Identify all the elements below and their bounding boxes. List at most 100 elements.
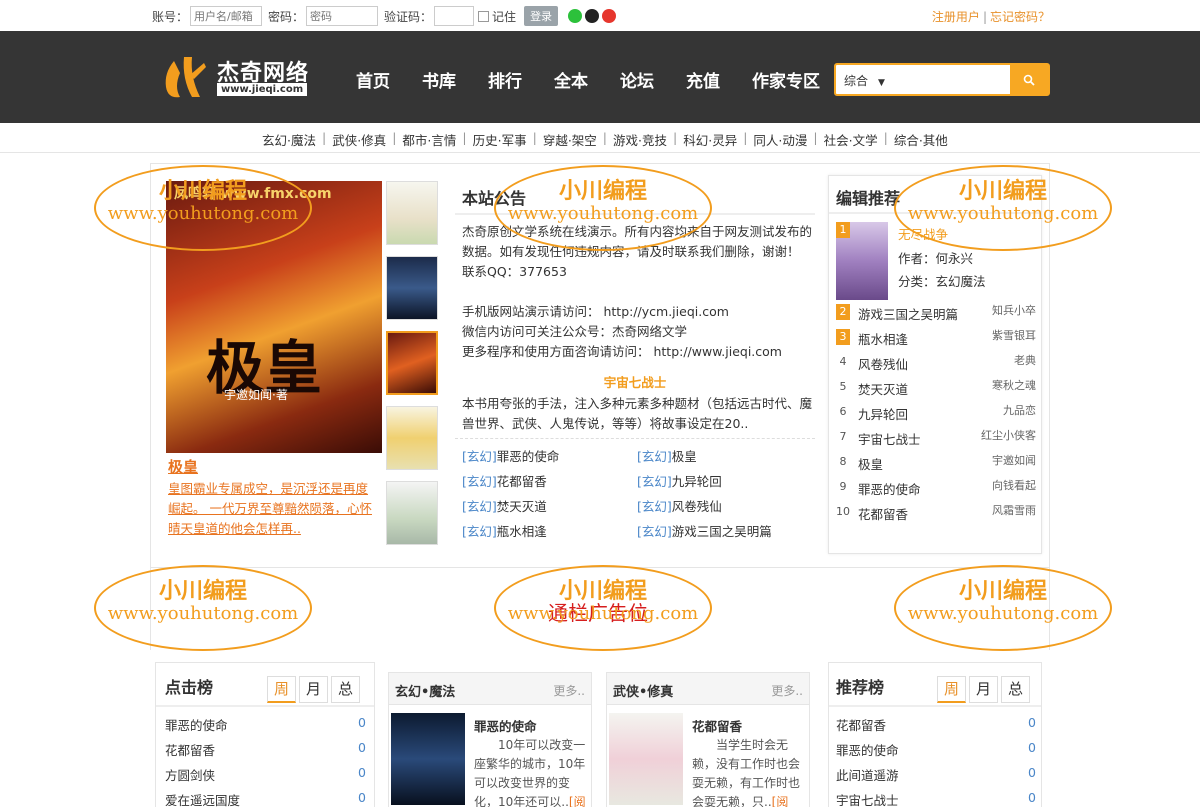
forgot-password-link[interactable]: 忘记密码？ <box>990 10 1050 24</box>
cover-thumbnail[interactable] <box>386 256 438 320</box>
nav-home[interactable]: 首页 <box>356 67 390 92</box>
ranking-book-name[interactable]: 罪恶的使命 <box>165 715 228 734</box>
list-item[interactable]: 5 焚天灭道 寒秋之魂 <box>836 377 1037 397</box>
list-item[interactable]: 6 九异轮回 九品恋 <box>836 402 1037 422</box>
cover-thumbnail[interactable] <box>386 331 438 395</box>
announcement-text: 杰奇原创文学系统在线演示。所有内容均来自于网友测试发布的数据。如有发现任何违规内… <box>462 224 813 279</box>
tab-total[interactable]: 总 <box>1001 676 1030 703</box>
book-name: 瓶水相逢 <box>858 332 909 347</box>
tab-month[interactable]: 月 <box>299 676 328 703</box>
password-input[interactable] <box>306 6 379 26</box>
banner-ad-text[interactable]: 通栏广告位 <box>548 597 648 626</box>
nav-ranking[interactable]: 排行 <box>488 67 522 92</box>
category-link[interactable]: 同人·动漫 <box>753 130 807 149</box>
category-link[interactable]: 综合·其他 <box>894 130 948 149</box>
announcement-text: 更多程序和使用方面咨询请访问： http://www.jieqi.com <box>462 344 782 359</box>
nav-forum[interactable]: 论坛 <box>620 67 654 92</box>
nav-author-zone[interactable]: 作家专区 <box>752 67 820 92</box>
ranking-count: 0 <box>358 740 366 755</box>
remember-checkbox[interactable] <box>478 10 490 22</box>
list-item[interactable]: [玄幻]焚天灭道 <box>462 496 547 515</box>
list-item[interactable]: [玄幻]罪恶的使命 <box>462 446 559 465</box>
tab-total[interactable]: 总 <box>331 676 360 703</box>
divider: | <box>813 130 818 145</box>
ranking-book-name[interactable]: 方圆剑侠 <box>165 765 215 784</box>
book-cover[interactable] <box>609 713 683 805</box>
register-link[interactable]: 注册用户 <box>932 10 980 24</box>
featured-book-title[interactable]: 极皇 <box>168 456 198 477</box>
category-link[interactable]: 武侠·修真 <box>332 130 386 149</box>
qq-icon[interactable] <box>585 9 600 23</box>
weibo-icon[interactable] <box>602 9 617 23</box>
list-item[interactable]: [玄幻]花都留香 <box>462 471 547 490</box>
category-link[interactable]: 科幻·灵异 <box>683 130 737 149</box>
account-input[interactable] <box>190 6 263 26</box>
ranking-book-name[interactable]: 花都留香 <box>165 740 215 759</box>
captcha-input[interactable] <box>434 6 475 26</box>
cover-publisher-text: 凤鸣轩 www.fmx.com <box>174 186 332 202</box>
list-item[interactable]: 3 瓶水相逢 紫雪银耳 <box>836 327 1036 347</box>
cover-thumbnail[interactable] <box>386 181 438 245</box>
site-logo[interactable]: 杰奇网络 www.jieqi.com <box>160 53 310 101</box>
tab-week[interactable]: 周 <box>937 676 966 703</box>
list-item[interactable]: 8 极皇 宇邀如闻 <box>836 452 1037 472</box>
list-item[interactable]: [玄幻]极皇 <box>637 446 697 465</box>
list-item[interactable]: [玄幻]风卷残仙 <box>637 496 722 515</box>
ranking-book-name[interactable]: 爱在遥远国度 <box>165 790 240 807</box>
book-cover[interactable] <box>391 713 465 805</box>
rank-badge: 4 <box>839 355 847 368</box>
cover-thumbnail[interactable] <box>386 481 438 545</box>
search-scope-select[interactable]: 综合 ▼ <box>844 72 885 89</box>
category-link[interactable]: 都市·言情 <box>402 130 456 149</box>
cover-thumbnail[interactable] <box>386 406 438 470</box>
book-name: 瓶水相逢 <box>496 524 547 539</box>
featured-book-description[interactable]: 皇图霸业专属成空，是沉浮还是再度崛起。 一代万界至尊黯然陨落，心怀晴天皇道的他会… <box>168 479 378 539</box>
nav-recharge[interactable]: 充值 <box>686 67 720 92</box>
featured-book-cover[interactable]: 凤鸣轩 www.fmx.com 极皇 宇邀如闻·著 <box>166 181 382 453</box>
list-item[interactable]: 9 罪恶的使命 向钱看起 <box>836 477 1037 497</box>
password-label: 密码： <box>268 9 305 24</box>
account-links: 注册用户 | 忘记密码？ <box>932 8 1050 25</box>
nav-library[interactable]: 书库 <box>422 67 456 92</box>
category-link[interactable]: 玄幻·魔法 <box>262 130 316 149</box>
category-link[interactable]: 游戏·竞技 <box>613 130 667 149</box>
more-link[interactable]: 更多.. <box>771 682 803 699</box>
divider: | <box>602 130 608 145</box>
captcha-label: 验证码： <box>384 9 433 24</box>
book-author: 紫雪银耳 <box>992 329 1036 342</box>
ranking-book-name[interactable]: 花都留香 <box>836 715 886 734</box>
book-title[interactable]: 罪恶的使命 <box>474 716 537 735</box>
list-item[interactable]: [玄幻]九异轮回 <box>637 471 722 490</box>
list-item[interactable]: [玄幻]瓶水相逢 <box>462 521 547 540</box>
book-title[interactable]: 花都留香 <box>692 716 742 735</box>
rank-badge: 7 <box>839 430 847 443</box>
ranking-count: 0 <box>358 765 366 780</box>
ranking-book-name[interactable]: 此间道遥游 <box>836 765 899 784</box>
ranking-book-name[interactable]: 罪恶的使命 <box>836 740 899 759</box>
category-link[interactable]: 社会·文学 <box>824 130 878 149</box>
more-link[interactable]: 更多.. <box>553 682 585 699</box>
list-item[interactable]: 4 风卷残仙 老典 <box>836 352 1037 372</box>
announcement-text: 微信内访问可关注公众号：杰奇网络文学 <box>462 324 688 339</box>
category-link[interactable]: 历史·军事 <box>473 130 527 149</box>
category-bar: 玄幻·魔法 | 武侠·修真 | 都市·言情 | 历史·军事 | 穿越·架空 | 游戏·竞技… <box>0 123 1200 153</box>
search-button[interactable] <box>1010 65 1048 94</box>
nav-complete[interactable]: 全本 <box>554 67 588 92</box>
tab-week[interactable]: 周 <box>267 676 296 703</box>
login-button[interactable]: 登录 <box>524 6 559 26</box>
feature-book-title[interactable]: 宇宙七战士 <box>455 372 815 391</box>
genre-tag: [玄幻] <box>637 524 672 539</box>
category-link[interactable]: 穿越·架空 <box>543 130 597 149</box>
book-author: 知兵小卒 <box>992 304 1036 317</box>
top-book-title[interactable]: 无尽战争 <box>898 224 948 243</box>
panel-divider <box>829 212 1041 214</box>
ranking-book-name[interactable]: 宇宙七战士 <box>836 790 899 807</box>
list-item[interactable]: 10 花都留香 风霜雪雨 <box>836 502 1036 522</box>
wechat-icon[interactable] <box>568 9 583 23</box>
list-item[interactable]: [玄幻]游戏三国之吴明篇 <box>637 521 772 540</box>
list-item[interactable]: 2 游戏三国之吴明篇 知兵小卒 <box>836 302 1036 322</box>
list-item[interactable]: 7 宇宙七战士 红尘小侠客 <box>836 427 1037 447</box>
site-header: 杰奇网络 www.jieqi.com 首页 书库 排行 全本 论坛 充值 作家专… <box>0 31 1200 123</box>
book-name: 罪恶的使命 <box>858 482 921 497</box>
tab-month[interactable]: 月 <box>969 676 998 703</box>
